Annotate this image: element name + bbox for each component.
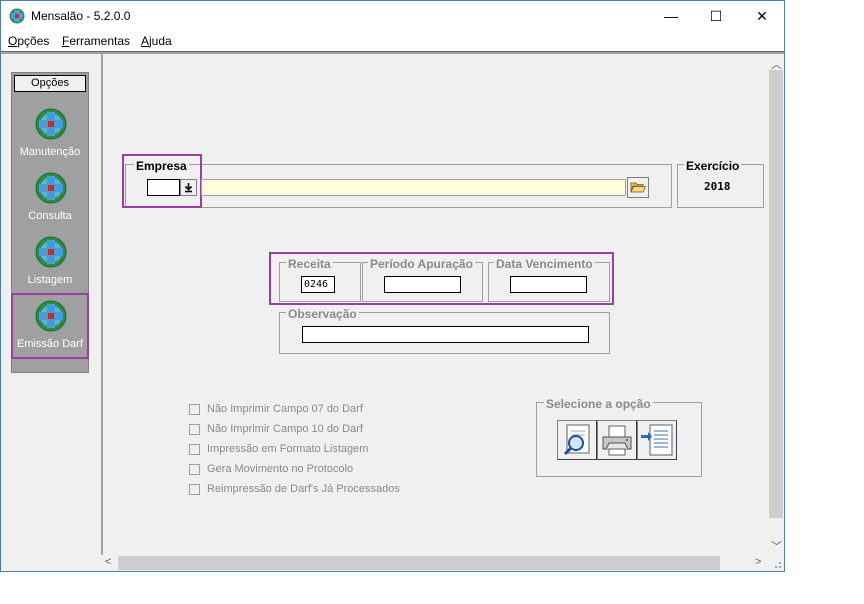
scroll-left-icon[interactable]: <	[105, 556, 111, 568]
selecione-label: Selecione a opção	[544, 397, 653, 411]
checkbox-box[interactable]	[189, 404, 200, 415]
empresa-name-input[interactable]	[201, 179, 626, 196]
vertical-scroll-thumb[interactable]	[769, 70, 783, 518]
checkbox-label: Gera Movimento no Protocolo	[207, 463, 354, 475]
checkbox-label: Não Imprimir Campo 07 do Darf	[207, 403, 363, 415]
checkbox-label: Reimpressão de Darf's Já Processados	[207, 483, 400, 495]
app-window: Mensalão - 5.2.0.0 — ☐ ✕ Opções Ferramen…	[0, 0, 785, 572]
preview-button[interactable]	[557, 420, 597, 460]
globe-icon	[35, 172, 67, 204]
export-button[interactable]	[637, 420, 677, 460]
sidebar-item-label: Consulta	[28, 210, 72, 222]
checkbox-box[interactable]	[189, 444, 200, 455]
periodo-input[interactable]	[384, 276, 461, 293]
maximize-button[interactable]: ☐	[693, 1, 739, 31]
close-button[interactable]: ✕	[739, 1, 785, 31]
menu-ferramentas-rest: erramentas	[69, 34, 131, 48]
folder-open-icon	[630, 182, 647, 193]
export-document-icon	[641, 424, 673, 456]
observacao-input[interactable]	[302, 326, 589, 343]
window-title: Mensalão - 5.2.0.0	[31, 9, 131, 23]
menu-opcoes-mnemonic: O	[8, 34, 18, 48]
horizontal-scrollbar[interactable]: < >	[101, 555, 768, 571]
globe-icon	[35, 236, 67, 268]
minimize-button[interactable]: —	[648, 1, 694, 31]
menu-bar: Opções Ferramentas Ajuda	[1, 31, 784, 51]
resize-grip-icon	[775, 562, 781, 568]
empresa-code-input[interactable]	[147, 179, 180, 196]
magnifier-preview-icon	[563, 424, 590, 456]
app-icon	[9, 8, 25, 24]
printer-icon	[602, 425, 632, 456]
scroll-down-icon[interactable]: ﹀	[771, 538, 782, 554]
sidebar-item-listagem[interactable]: Listagem	[12, 236, 88, 296]
browse-button[interactable]	[627, 177, 649, 198]
periodo-label: Período Apuração	[368, 257, 475, 271]
empresa-label: Empresa	[134, 159, 189, 173]
menu-ajuda-mnemonic: A	[141, 34, 150, 48]
menu-ajuda[interactable]: Ajuda	[141, 34, 172, 48]
sidebar-item-manutencao[interactable]: Manutenção	[12, 108, 88, 168]
checkbox-label: Impressão em Formato Listagem	[207, 443, 369, 455]
print-button[interactable]	[597, 420, 637, 460]
sidebar-item-consulta[interactable]: Consulta	[12, 172, 88, 232]
receita-input[interactable]: 0246	[301, 276, 335, 293]
title-bar: Mensalão - 5.2.0.0 — ☐ ✕	[1, 1, 784, 31]
horizontal-scroll-thumb[interactable]	[118, 556, 720, 570]
sidebar-item-label: Manutenção	[19, 146, 81, 158]
download-arrow-icon	[184, 183, 193, 193]
vencimento-label: Data Vencimento	[494, 257, 595, 271]
highlight-emissao-darf	[11, 293, 89, 359]
menu-ferramentas[interactable]: Ferramentas	[62, 34, 130, 48]
checkbox-box[interactable]	[189, 424, 200, 435]
scroll-right-icon[interactable]: >	[755, 556, 761, 568]
checkbox-box[interactable]	[189, 464, 200, 475]
receita-label: Receita	[286, 257, 333, 271]
observacao-label: Observação	[286, 307, 359, 321]
resize-grip[interactable]	[768, 555, 784, 571]
vencimento-input[interactable]	[510, 276, 587, 293]
checkbox-label: Não Imprimir Campo 10 do Darf	[207, 423, 363, 435]
sidebar-item-label: Listagem	[27, 274, 73, 286]
vertical-scrollbar[interactable]: ︿ ﹀	[768, 54, 784, 555]
sidebar-header[interactable]: Opções	[14, 75, 86, 92]
empresa-dropdown-button[interactable]	[180, 179, 197, 196]
menu-opcoes[interactable]: Opções	[8, 34, 49, 48]
menu-ajuda-rest: juda	[149, 34, 172, 48]
exercicio-value: 2018	[704, 180, 731, 193]
menu-opcoes-rest: pções	[17, 34, 50, 48]
globe-icon	[35, 108, 67, 140]
checkbox-box[interactable]	[189, 484, 200, 495]
exercicio-label: Exercício	[684, 159, 742, 173]
